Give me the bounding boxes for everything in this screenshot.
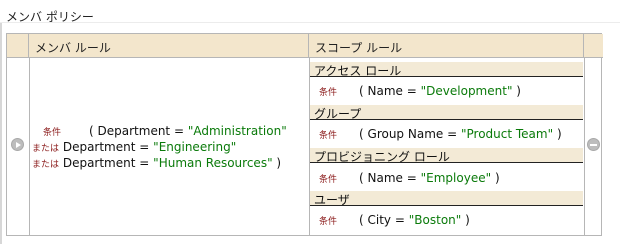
close-paren: ) [494,171,500,185]
policy-table: メンバ ルール スコープ ルール 条件 ( Department = "Admin… [6,33,603,236]
member-rule-clause: または Department = "Engineering" [7,140,307,156]
scope-rule-header: ユーザ [310,191,583,207]
clause-value: "Boston" [408,213,462,227]
condition-keyword: 条件 [43,128,62,138]
close-paren: ) [465,213,470,227]
clause-attribute: Department [97,124,171,138]
condition-keyword: 条件 [319,217,338,227]
open-paren: ( [89,124,94,138]
column-divider [309,58,310,236]
clause-value: "Human Resources" [153,156,273,170]
scope-rule-expression: 条件 ( Name = "Employee" ) [319,171,500,185]
clause-attribute: City [367,213,392,227]
scope-rule-title: アクセス ロール [314,64,402,78]
frame-border-top [0,22,620,23]
column-divider [584,58,585,236]
open-paren: ( [359,84,364,98]
close-paren: ) [556,127,562,141]
clause-operator: = [139,140,150,154]
minus-glyph [590,143,597,146]
scope-rule-expression: 条件 ( Group Name = "Product Team" ) [319,127,562,141]
clause-operator: = [406,84,417,98]
column-header-scope-rule: スコープ ルール [309,34,584,58]
column-header-member-rule-label: メンバ ルール [35,41,111,55]
clause-operator: = [173,124,185,138]
or-keyword: または [32,144,60,154]
header-stub-left [7,34,29,58]
close-paren: ) [516,84,521,98]
open-paren: ( [359,171,364,185]
member-rule-expression: 条件 ( Department = "Administration" または De… [7,124,307,172]
scope-rule-title: プロビジョニング ロール [314,150,450,164]
close-paren: ) [276,156,282,170]
clause-operator: = [406,171,417,185]
or-keyword: または [32,160,60,170]
scope-rule-title: ユーザ [314,193,350,207]
clause-value: "Product Team" [460,127,554,141]
clause-attribute: Group Name [367,127,444,141]
scope-rule-title: グループ [314,107,362,121]
minus-circle-icon[interactable] [587,138,600,151]
member-rule-clause: 条件 ( Department = "Administration" [7,124,307,140]
condition-keyword: 条件 [319,131,338,141]
clause-attribute: Name [367,171,403,185]
clause-operator: = [394,213,405,227]
clause-value: "Employee" [420,171,492,185]
clause-value: "Development" [420,84,513,98]
scope-rule-expression: 条件 ( City = "Boston" ) [319,213,470,227]
clause-operator: = [447,127,458,141]
condition-keyword: 条件 [319,175,338,185]
clause-attribute: Name [367,84,403,98]
open-paren: ( [359,213,364,227]
clause-value: "Administration" [187,124,287,138]
scope-rule-header: アクセス ロール [310,62,583,78]
scope-rule-header: プロビジョニング ロール [310,148,583,164]
member-rule-clause: または Department = "Human Resources" ) [7,156,307,172]
condition-keyword: 条件 [319,88,338,98]
header-stub-right [584,34,603,58]
frame-border-left [0,22,2,244]
clause-attribute: Department [62,140,136,154]
clause-operator: = [139,156,150,170]
scope-rule-header: グループ [310,105,583,121]
clause-attribute: Department [62,156,136,170]
scope-rule-expression: 条件 ( Name = "Development" ) [319,84,521,98]
column-header-member-rule: メンバ ルール [29,34,309,58]
column-header-scope-rule-label: スコープ ルール [315,41,403,55]
open-paren: ( [359,127,364,141]
clause-value: "Engineering" [153,140,237,154]
